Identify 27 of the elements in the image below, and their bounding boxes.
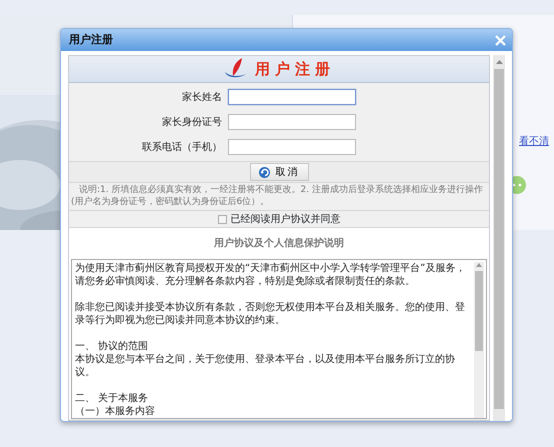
dialog-title: 用户注册 xyxy=(69,32,113,48)
agreement-paragraph: （一）本服务内容 xyxy=(75,405,156,418)
agreement-paragraph: 为使用天津市蓟州区教育局授权开发的“天津市蓟州区中小学入学转学管理平台”及服务，请您务必审慎阅读、充分理解各条款内容，特别是免除或者限制责任的条款。 xyxy=(75,262,466,288)
registration-heading: 用户注册 xyxy=(255,58,335,80)
agree-label: 已经阅读用户协议并同意 xyxy=(230,212,340,227)
field-label: 联系电话（手机） xyxy=(141,140,222,154)
registration-note: 说明:1. 所填信息必须真实有效，一经注册将不能更改。2. 注册成功后登录系统选择相应业务进行操作(用户名为身份证号，密码默认为身份证后6位）。 xyxy=(70,184,484,209)
agree-checkbox[interactable] xyxy=(218,214,226,224)
cancel-button[interactable]: 取消 xyxy=(250,163,308,181)
field-label: 家长姓名 xyxy=(181,90,222,104)
input-field[interactable] xyxy=(228,89,356,105)
scroll-up-icon[interactable] xyxy=(496,59,502,65)
undo-icon xyxy=(258,166,270,178)
scroll-up-icon[interactable] xyxy=(476,262,482,268)
captcha-refresh-link[interactable]: 看不清 xyxy=(519,136,549,147)
scrollbar[interactable] xyxy=(474,262,484,418)
field-label: 家长身份证号 xyxy=(161,116,222,130)
scrollbar[interactable] xyxy=(493,55,505,421)
agreement-paragraph: 一、 协议的范围 xyxy=(75,340,150,354)
input-field[interactable] xyxy=(228,114,356,130)
agreement-title: 用户协议及个人信息保护说明 xyxy=(213,236,345,252)
input-field[interactable] xyxy=(228,139,356,155)
close-icon[interactable] xyxy=(495,34,506,46)
agreement-paragraph: 除非您已阅读并接受本协议所有条款，否则您无权使用本平台及相关服务。您的使用、登录等行为即视为您已阅读并同意本协议的约束。 xyxy=(75,301,466,328)
agreement-text-box[interactable] xyxy=(71,259,487,420)
agreement-paragraph: 二、 关于本服务 xyxy=(75,392,150,406)
agreement-paragraph: 本协议是您与本平台之间，关于您使用、登录本平台，以及使用本平台服务所订立的协议。 xyxy=(75,353,456,380)
